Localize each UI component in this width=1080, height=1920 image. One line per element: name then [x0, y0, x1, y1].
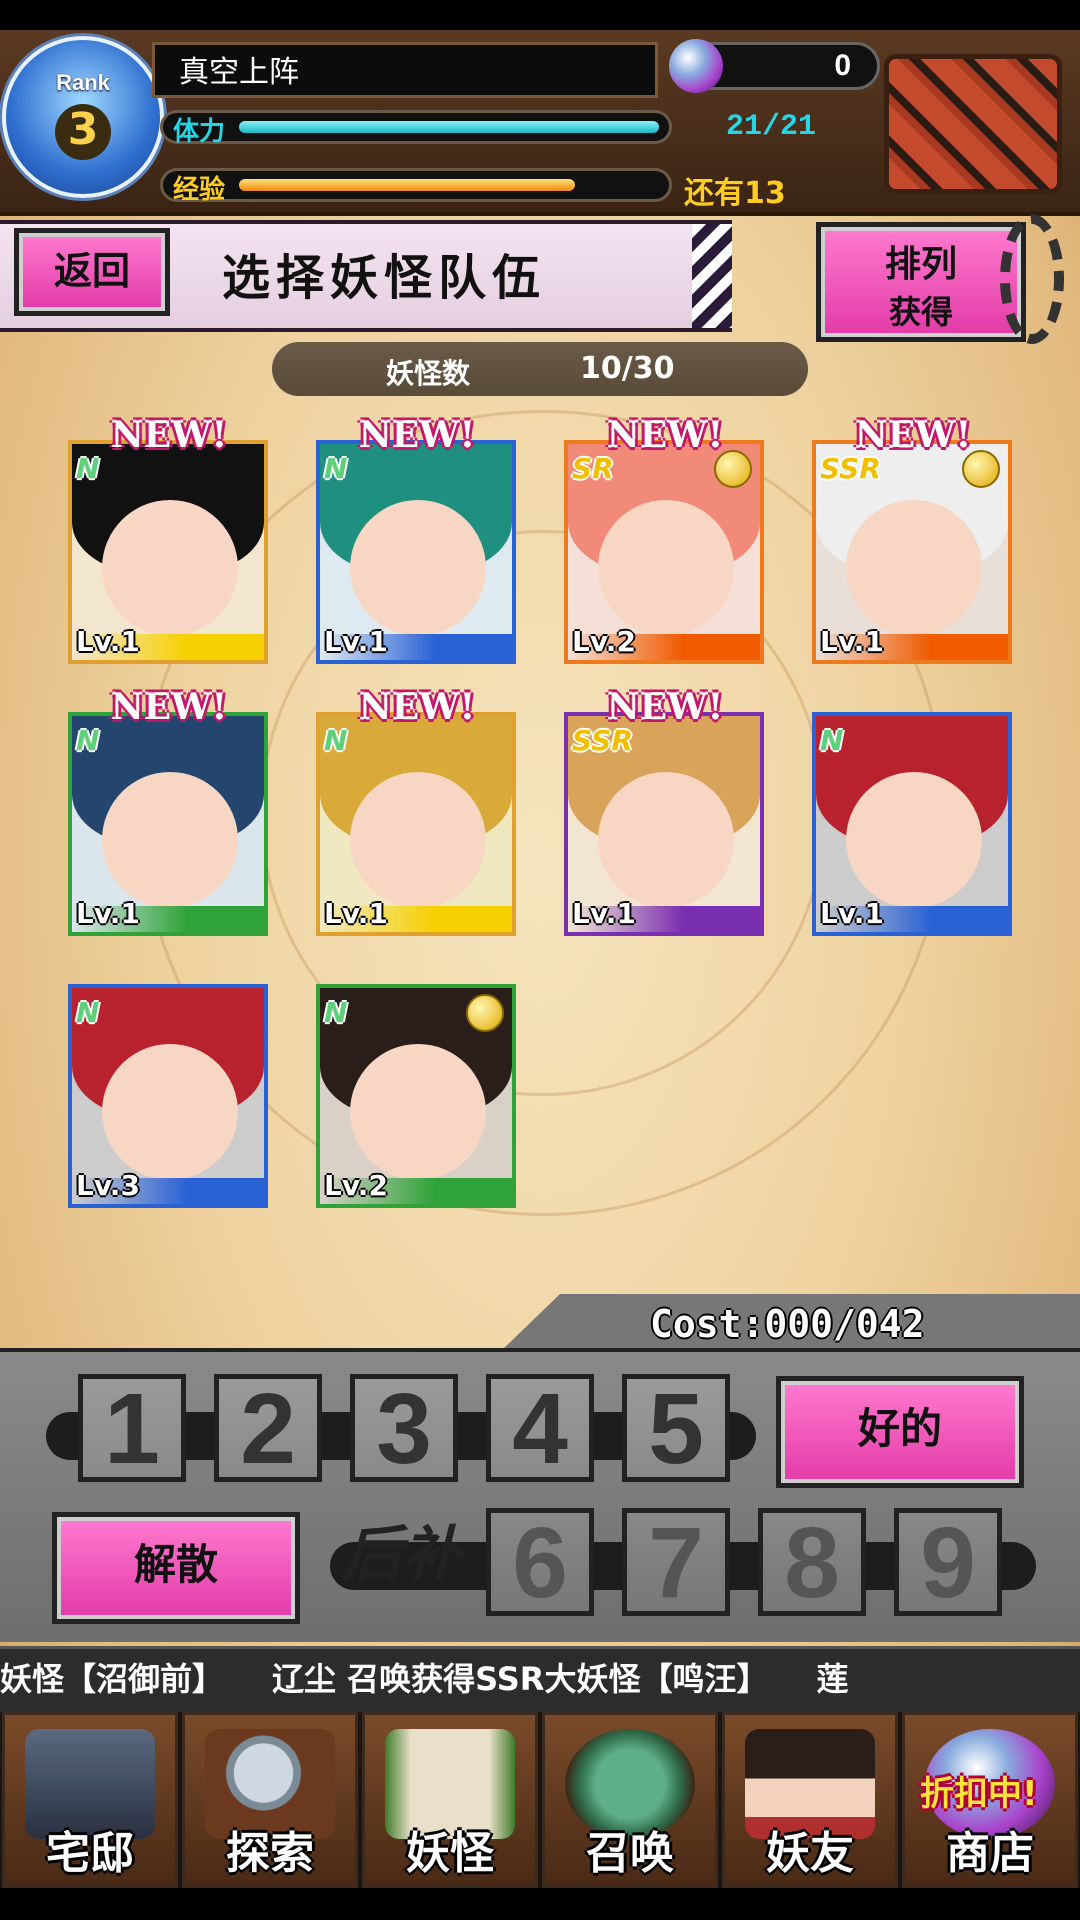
yokai-face [350, 1044, 486, 1180]
rank-number: 3 [55, 104, 111, 160]
reserve-label: 后补 [342, 1520, 462, 1590]
nav-label: 宅邸 [46, 1828, 134, 1879]
yokai-count-label: 妖怪数 [386, 357, 471, 390]
medal-icon [466, 994, 504, 1032]
page-title: 选择妖怪队伍 [222, 250, 547, 306]
sale-badge: 折扣中! [920, 1774, 1038, 1814]
yokai-card[interactable]: SSR Lv.1 [812, 440, 1012, 664]
party-cost: Cost:000/042 [650, 1302, 925, 1346]
yokai-card[interactable]: N Lv.1 [68, 440, 268, 664]
card-level: Lv.1 [820, 897, 884, 930]
sort-button-label: 排列 [884, 243, 957, 285]
yokai-face [102, 500, 238, 636]
nav-label: 探索 [226, 1828, 314, 1879]
card-level: Lv.3 [76, 1169, 140, 1202]
yokai-face [598, 500, 734, 636]
gem-count: 0 [834, 49, 851, 82]
nav-label: 商店 [946, 1828, 1034, 1879]
exp-remaining: 还有13 [684, 176, 786, 211]
card-level: Lv.1 [76, 897, 140, 930]
back-button[interactable]: 返回 [14, 228, 170, 316]
yokai-card[interactable]: N Lv.1 [316, 440, 516, 664]
ticker-text: 妖怪【沼御前】 辽尘 召唤获得SSR大妖怪【鸣汪】 莲 [0, 1660, 849, 1698]
yokai-face [350, 500, 486, 636]
yokai-count-bar: 妖怪数 10/30 [272, 342, 808, 396]
party-slot-5[interactable]: 5 [622, 1374, 730, 1482]
yokai-face [598, 772, 734, 908]
rarity-label: N [324, 724, 348, 757]
card-level: Lv.1 [572, 897, 636, 930]
yokai-card[interactable]: SR Lv.2 [564, 440, 764, 664]
card-level: Lv.1 [324, 897, 388, 930]
card-level: Lv.1 [820, 625, 884, 658]
nav-explore[interactable]: 探索 [182, 1712, 358, 1888]
new-tag: NEW! [358, 414, 476, 456]
bottom-edge [0, 1888, 1080, 1920]
new-tag: NEW! [854, 414, 972, 456]
stamina-bar: 体力 [160, 110, 672, 147]
rarity-label: N [324, 452, 348, 485]
nav-label: 妖友 [766, 1828, 854, 1879]
sort-button[interactable]: 排列 获得 [816, 222, 1026, 342]
reserve-slot-6[interactable]: 6 [486, 1508, 594, 1616]
yokai-card[interactable]: N Lv.2 [316, 984, 516, 1208]
stamina-fill [239, 121, 659, 133]
yokai-card[interactable]: N Lv.1 [316, 712, 516, 936]
rarity-label: N [76, 996, 100, 1029]
yokai-card[interactable]: SSR Lv.1 [564, 712, 764, 936]
nav-yokai[interactable]: 妖怪 [362, 1712, 538, 1888]
ok-button[interactable]: 好的 [776, 1376, 1024, 1488]
nav-label: 妖怪 [406, 1828, 494, 1879]
yokai-count-value: 10/30 [580, 351, 675, 386]
disband-button[interactable]: 解散 [52, 1512, 300, 1624]
sort-mode-label: 获得 [888, 293, 953, 331]
gem-counter: 0 [669, 39, 880, 93]
new-tag: NEW! [110, 686, 228, 728]
party-slot-1[interactable]: 1 [78, 1374, 186, 1482]
reserve-slot-9[interactable]: 9 [894, 1508, 1002, 1616]
news-ticker: 妖怪【沼御前】 辽尘 召唤获得SSR大妖怪【鸣汪】 莲 [0, 1646, 1080, 1716]
yokai-card[interactable]: N Lv.1 [68, 712, 268, 936]
yokai-face [846, 500, 982, 636]
new-tag: NEW! [358, 686, 476, 728]
reserve-slot-7[interactable]: 7 [622, 1508, 730, 1616]
party-slot-2[interactable]: 2 [214, 1374, 322, 1482]
new-tag: NEW! [606, 414, 724, 456]
rank-label: Rank [56, 70, 110, 95]
rank-badge: Rank 3 [2, 36, 164, 198]
card-level: Lv.2 [572, 625, 636, 658]
new-tag: NEW! [606, 686, 724, 728]
gear-icon [1000, 214, 1064, 344]
nav-summon[interactable]: 召唤 [542, 1712, 718, 1888]
new-tag: NEW! [110, 414, 228, 456]
nav-label: 召唤 [586, 1828, 674, 1879]
rarity-label: N [76, 452, 100, 485]
exp-bar: 经验 [160, 168, 672, 205]
player-name: 真空上阵 [152, 42, 658, 98]
crystal-orb-icon [669, 39, 723, 93]
party-slot-3[interactable]: 3 [350, 1374, 458, 1482]
exp-label: 经验 [173, 175, 226, 205]
arrow-stripe-decoration [692, 224, 732, 328]
yokai-face [846, 772, 982, 908]
yokai-card[interactable]: N Lv.1 [812, 712, 1012, 936]
yokai-card[interactable]: N Lv.3 [68, 984, 268, 1208]
nav-friends[interactable]: 妖友 [722, 1712, 898, 1888]
party-slot-4[interactable]: 4 [486, 1374, 594, 1482]
yokai-face [350, 772, 486, 908]
card-level: Lv.2 [324, 1169, 388, 1202]
yokai-face [102, 772, 238, 908]
exp-fill [239, 179, 575, 191]
card-level: Lv.1 [76, 625, 140, 658]
card-level: Lv.1 [324, 625, 388, 658]
nav-mansion[interactable]: 宅邸 [2, 1712, 178, 1888]
yokai-face [102, 1044, 238, 1180]
stamina-value: 21/21 [726, 110, 817, 144]
reserve-slot-8[interactable]: 8 [758, 1508, 866, 1616]
gift-box-icon[interactable] [884, 54, 1062, 194]
rarity-label: N [324, 996, 348, 1029]
stamina-label: 体力 [173, 117, 226, 147]
rarity-label: N [820, 724, 844, 757]
rarity-label: N [76, 724, 100, 757]
